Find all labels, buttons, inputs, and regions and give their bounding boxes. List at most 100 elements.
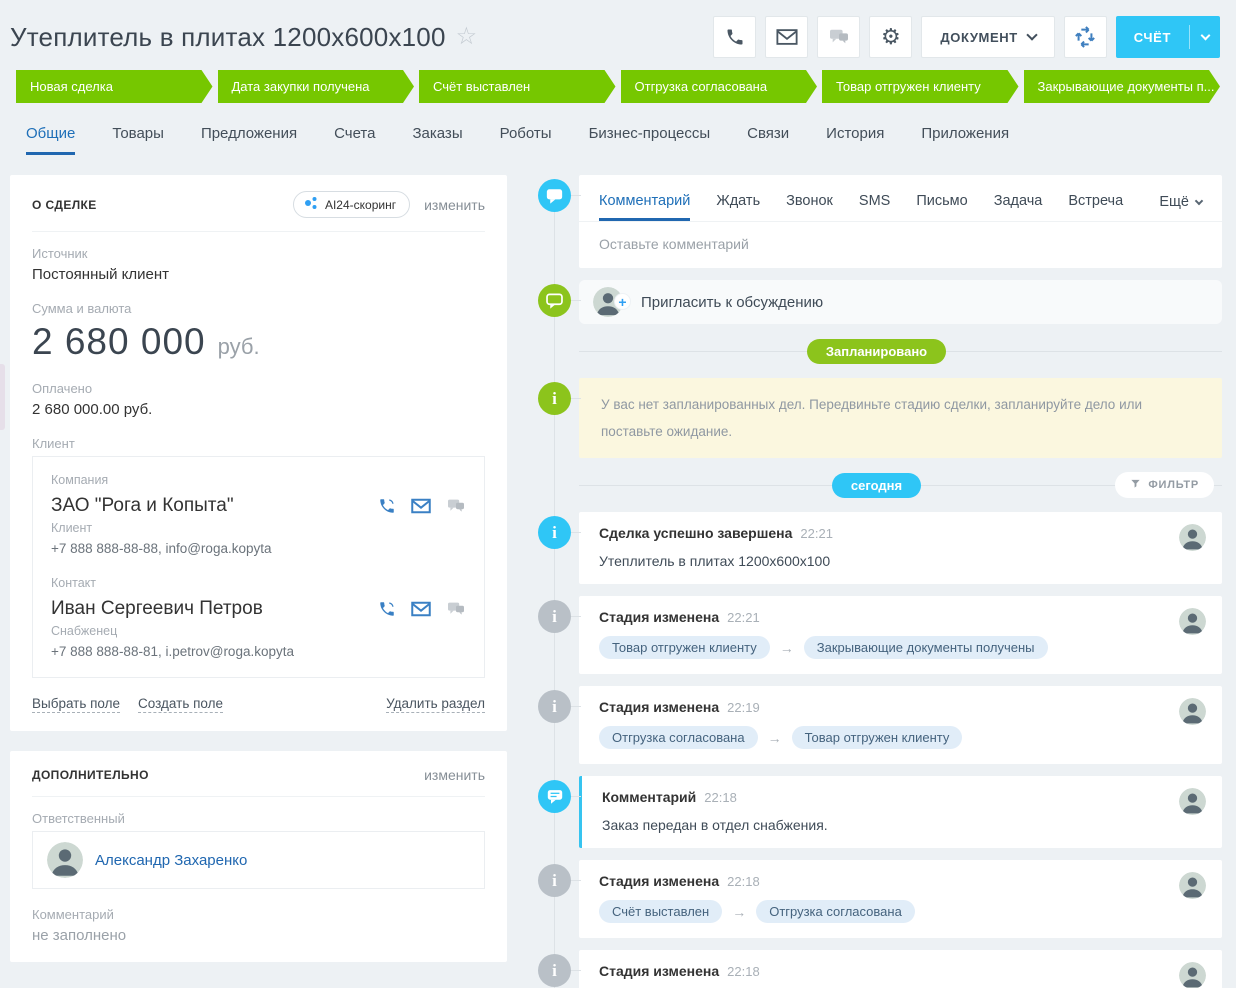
tab-general[interactable]: Общие: [26, 125, 75, 155]
activity-composer: Комментарий Ждать Звонок SMS Письмо Зада…: [579, 175, 1222, 268]
timeline-card[interactable]: Сделка успешно завершена 22:21 Утеплител…: [579, 512, 1222, 584]
tab-robots[interactable]: Роботы: [500, 125, 552, 155]
section-title: ДОПОЛНИТЕЛЬНО: [32, 768, 149, 782]
stage-chip-from: Товар отгружен клиенту: [599, 636, 770, 659]
stage-chip-to: Отгрузка согласована: [756, 900, 915, 923]
chat-bubbles-icon[interactable]: [446, 498, 466, 514]
info-icon: i: [538, 516, 571, 549]
deal-info-column: О СДЕЛКЕ AI24-скоринг изменить Источник …: [10, 175, 507, 962]
filter-button[interactable]: ФИЛЬТР: [1115, 472, 1214, 498]
stage-item[interactable]: Товар отгружен клиенту: [822, 70, 1019, 103]
stage-item[interactable]: Счёт выставлен: [419, 70, 616, 103]
tab-history[interactable]: История: [826, 125, 884, 155]
info-icon: i: [538, 864, 571, 897]
stage-item[interactable]: Закрывающие документы п...: [1024, 70, 1221, 103]
document-button[interactable]: ДОКУМЕНТ: [921, 16, 1054, 58]
company-label: Компания: [51, 473, 466, 487]
timeline-card[interactable]: Стадия изменена 22:21 Товар отгружен кли…: [579, 596, 1222, 674]
chat-bubbles-icon[interactable]: [446, 601, 466, 617]
document-button-label: ДОКУМЕНТ: [940, 30, 1017, 45]
avatar: [1179, 524, 1206, 551]
composer-tab-call[interactable]: Звонок: [786, 187, 833, 221]
composer-tab-email[interactable]: Письмо: [916, 187, 967, 221]
timeline-card[interactable]: Стадия изменена 22:18 Счёт выставлен → О…: [579, 860, 1222, 938]
settings-button[interactable]: ⚙: [869, 16, 912, 58]
comment-input[interactable]: Оставьте комментарий: [599, 222, 1202, 268]
sync-arrows-icon: [1074, 26, 1096, 48]
email-button[interactable]: [765, 16, 808, 58]
about-deal-card: О СДЕЛКЕ AI24-скоринг изменить Источник …: [10, 175, 507, 731]
invite-row: + Пригласить к обсуждению: [531, 280, 1222, 324]
tab-relations[interactable]: Связи: [747, 125, 789, 155]
timeline-entry: Комментарий 22:18 Заказ передан в отдел …: [531, 776, 1222, 848]
favorite-star-icon[interactable]: ☆: [456, 25, 478, 49]
entry-time: 22:18: [727, 964, 760, 979]
field-label: Ответственный: [32, 811, 485, 826]
arrow-right-icon: →: [768, 730, 782, 746]
invoice-button-label: СЧЁТ: [1116, 16, 1189, 58]
field-label: Комментарий: [32, 907, 485, 922]
source-field: Источник Постоянный клиент: [32, 246, 485, 283]
deal-tabs: Общие Товары Предложения Счета Заказы Ро…: [26, 125, 1220, 155]
contact-name[interactable]: Иван Сергеевич Петров: [51, 598, 263, 620]
company-name[interactable]: ЗАО "Рога и Копыта": [51, 495, 234, 517]
timeline-entry: i Стадия изменена 22:18 Счёт выставлен →…: [531, 860, 1222, 938]
composer-tab-wait[interactable]: Ждать: [716, 187, 760, 221]
tab-products[interactable]: Товары: [112, 125, 164, 155]
timeline-card[interactable]: Стадия изменена 22:19 Отгрузка согласова…: [579, 686, 1222, 764]
automation-button[interactable]: [1064, 16, 1107, 58]
tab-business-processes[interactable]: Бизнес-процессы: [589, 125, 711, 155]
tab-invoices[interactable]: Счета: [334, 125, 375, 155]
section-title: О СДЕЛКЕ: [32, 198, 97, 212]
phone-icon[interactable]: [378, 497, 396, 515]
invoice-dropdown-toggle[interactable]: [1190, 16, 1220, 58]
edit-section-link[interactable]: изменить: [424, 197, 485, 213]
stage-item[interactable]: Новая сделка: [16, 70, 213, 103]
invoice-button[interactable]: СЧЁТ: [1116, 16, 1220, 58]
chat-button[interactable]: [817, 16, 860, 58]
amount-field: Сумма и валюта 2 680 000 руб.: [32, 301, 485, 363]
composer-tab-comment[interactable]: Комментарий: [599, 187, 690, 221]
timeline-card[interactable]: Стадия изменена 22:18: [579, 950, 1222, 988]
stage-item[interactable]: Дата закупки получена: [218, 70, 415, 103]
ai-scoring-badge[interactable]: AI24-скоринг: [293, 191, 410, 218]
edit-section-link[interactable]: изменить: [424, 767, 485, 783]
invite-to-discussion[interactable]: + Пригласить к обсуждению: [579, 280, 1222, 324]
additional-card: ДОПОЛНИТЕЛЬНО изменить Ответственный Але…: [10, 751, 507, 962]
composer-more-menu[interactable]: Ещё: [1159, 194, 1202, 214]
arrow-right-icon: →: [732, 904, 746, 920]
responsible-name[interactable]: Александр Захаренко: [95, 852, 247, 869]
today-badge: сегодня: [832, 473, 921, 498]
tab-apps[interactable]: Приложения: [921, 125, 1009, 155]
divider: [32, 231, 485, 232]
timeline-entry: i Стадия изменена 22:18: [531, 950, 1222, 988]
envelope-icon[interactable]: [411, 498, 431, 514]
responsible-field: Александр Захаренко: [32, 831, 485, 889]
tab-quotes[interactable]: Предложения: [201, 125, 297, 155]
stage-chip-from: Отгрузка согласована: [599, 726, 758, 749]
info-icon: i: [538, 382, 571, 415]
discussion-bubble-icon: [538, 284, 571, 317]
select-field-link[interactable]: Выбрать поле: [32, 696, 120, 713]
tab-orders[interactable]: Заказы: [412, 125, 462, 155]
avatar: [1179, 608, 1206, 635]
stage-item[interactable]: Отгрузка согласована: [621, 70, 818, 103]
timeline-card[interactable]: Комментарий 22:18 Заказ передан в отдел …: [579, 776, 1222, 848]
composer-tab-task[interactable]: Задача: [994, 187, 1043, 221]
phone-icon[interactable]: [378, 600, 396, 618]
call-button[interactable]: [713, 16, 756, 58]
entry-time: 22:18: [727, 874, 760, 889]
entry-body: Утеплитель в плитах 1200x600x100: [599, 553, 1202, 569]
gear-icon: ⚙: [881, 26, 901, 48]
ai-scoring-icon: [304, 196, 318, 213]
field-value: 2 680 000.00 руб.: [32, 401, 485, 418]
funnel-icon: [1130, 478, 1141, 492]
create-field-link[interactable]: Создать поле: [138, 696, 223, 713]
page-title: Утеплитель в плитах 1200x600x100: [10, 22, 446, 53]
envelope-icon[interactable]: [411, 601, 431, 617]
invite-label: Пригласить к обсуждению: [641, 294, 823, 311]
composer-tab-meeting[interactable]: Встреча: [1068, 187, 1123, 221]
delete-section-link[interactable]: Удалить раздел: [386, 696, 485, 713]
composer-tab-sms[interactable]: SMS: [859, 187, 890, 221]
contact-contacts: +7 888 888-88-81, i.petrov@roga.kopyta: [51, 644, 466, 659]
